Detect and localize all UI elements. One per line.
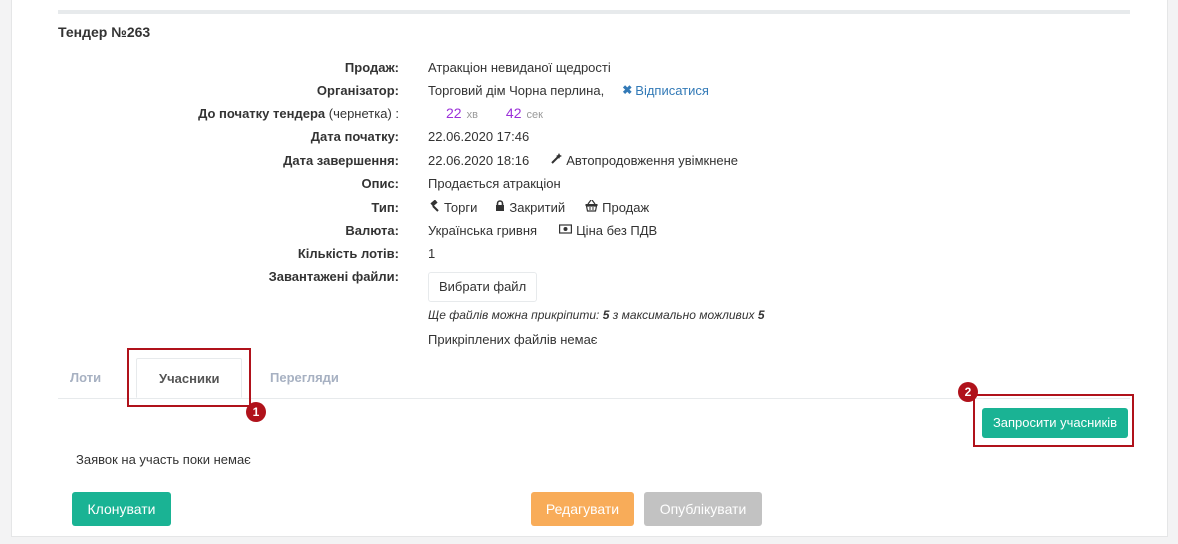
sale-value: Атракціон невиданої щедрості: [428, 59, 611, 75]
minutes-unit: хв: [466, 108, 478, 121]
currency-label: Валюта:: [345, 222, 399, 238]
edit-button[interactable]: Редагувати: [531, 492, 634, 526]
hint-middle: з максимально можливих: [612, 308, 755, 322]
end-date-row: 22.06.2020 18:16 Автопродовження увімкне…: [428, 153, 738, 168]
basket-icon: [585, 199, 598, 215]
vat-label: Ціна без ПДВ: [576, 222, 658, 238]
minutes-value: 22: [446, 105, 462, 121]
no-files-text: Прикріплених файлів немає: [428, 332, 598, 347]
closed-type: Закритий: [495, 200, 565, 215]
no-applications-text: Заявок на участь поки немає: [76, 452, 251, 467]
highlight-participants-tab: [127, 348, 251, 407]
step-badge-1: 1: [246, 402, 266, 422]
start-date-value: 22.06.2020 17:46: [428, 128, 530, 144]
lots-count-value: 1: [428, 245, 436, 261]
type-closed: Закритий: [509, 199, 566, 215]
type-sale: Продаж: [602, 199, 650, 215]
autoextend-status: Автопродовження увімкнене: [551, 153, 738, 168]
choose-file-button[interactable]: Вибрати файл: [428, 272, 538, 302]
description-label: Опис:: [361, 175, 399, 191]
end-date-label: Дата завершення:: [283, 152, 399, 168]
description-value: Продається атракціон: [428, 175, 561, 191]
unsubscribe-label: Відписатися: [635, 82, 709, 98]
end-date-value: 22.06.2020 18:16: [428, 152, 530, 168]
start-date-label: Дата початку:: [310, 128, 399, 144]
unsubscribe-link[interactable]: ✖ Відписатися: [622, 83, 709, 98]
organizer-value: Торговий дім Чорна перлина,: [428, 82, 605, 98]
seconds-unit: сек: [526, 108, 543, 121]
organizer-row: Торговий дім Чорна перлина, ✖ Відписатис…: [428, 83, 709, 98]
magic-wand-icon: [551, 153, 563, 167]
currency-row: Українська гривня Ціна без ПДВ: [428, 223, 657, 238]
organizer-label: Організатор:: [316, 82, 399, 98]
type-label: Тип:: [371, 199, 399, 215]
sale-label: Продаж:: [344, 59, 399, 75]
lock-icon: [495, 199, 505, 215]
clone-button[interactable]: Клонувати: [72, 492, 171, 526]
hint-count: 5: [602, 308, 610, 322]
type-row: Торги Закритий Продаж: [428, 199, 650, 215]
countdown-label-text: До початку тендера: [198, 105, 326, 121]
highlight-invite-button: [973, 394, 1134, 447]
hint-prefix: Ще файлів можна прикріпити:: [428, 308, 600, 322]
tab-lots[interactable]: Лоти: [70, 358, 101, 398]
gavel-icon: [428, 199, 440, 215]
currency-value: Українська гривня: [428, 222, 538, 238]
money-icon: [559, 223, 573, 237]
tender-panel: Тендер №263 Продаж: Атракціон невиданої …: [11, 0, 1168, 537]
page-title: Тендер №263: [58, 24, 151, 40]
panel-top-border: [58, 10, 1130, 14]
files-hint: Ще файлів можна прикріпити: 5 з максимал…: [428, 308, 765, 322]
countdown-label-note: (чернетка) :: [328, 105, 399, 121]
times-icon: ✖: [622, 83, 633, 97]
sale-type: Продаж: [585, 199, 650, 215]
autoextend-label: Автопродовження увімкнене: [566, 152, 739, 168]
hint-max: 5: [757, 308, 765, 322]
lots-count-label: Кількість лотів:: [297, 245, 399, 261]
seconds-value: 42: [505, 105, 522, 121]
countdown-timer: 22 хв 42 сек: [428, 105, 543, 121]
start-countdown-label: До початку тендера (чернетка) :: [198, 106, 399, 121]
files-label: Завантажені файли:: [268, 268, 399, 284]
publish-button[interactable]: Опублікувати: [644, 492, 762, 526]
type-auction: Торги: [444, 199, 478, 215]
vat-status: Ціна без ПДВ: [559, 223, 657, 238]
tab-views[interactable]: Перегляди: [270, 358, 339, 398]
step-badge-2: 2: [958, 382, 978, 402]
